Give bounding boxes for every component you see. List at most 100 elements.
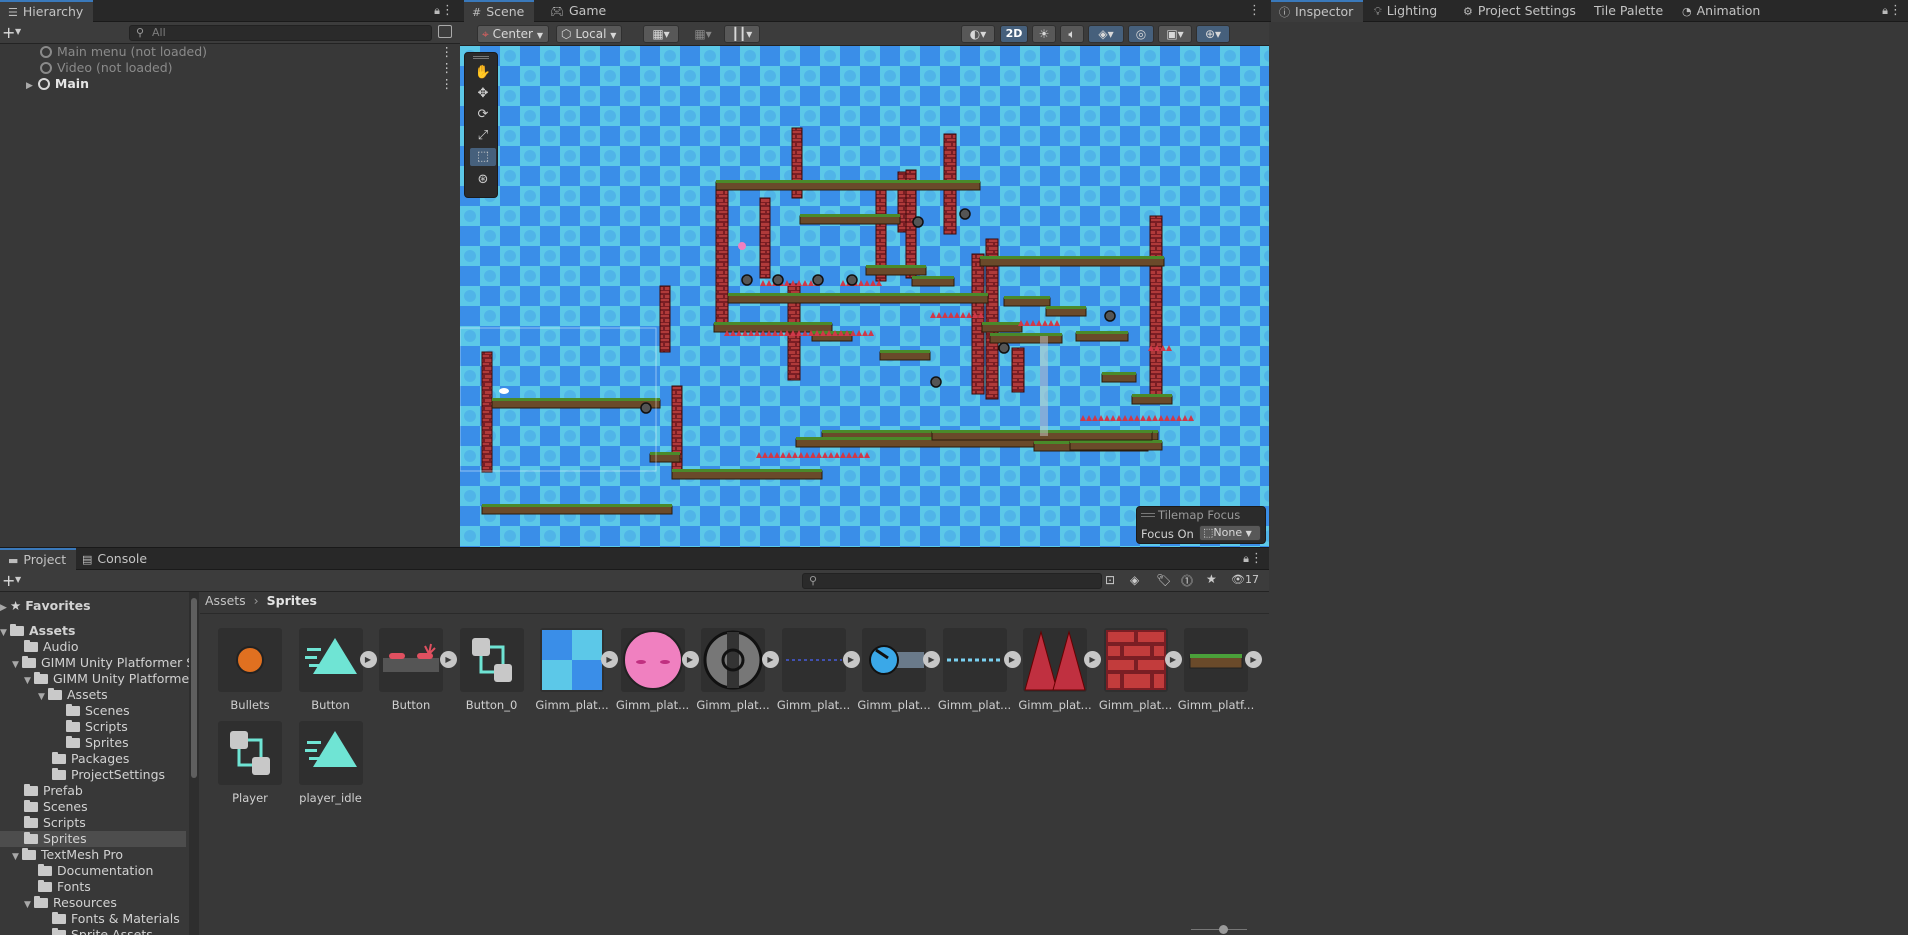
- tab-tile-palette[interactable]: Tile Palette: [1586, 0, 1673, 22]
- asset-item[interactable]: Bullets: [210, 628, 290, 712]
- tree-item-sprite-assets[interactable]: Sprite Assets: [0, 927, 186, 935]
- expand-subassets-icon[interactable]: ▶: [1245, 651, 1262, 668]
- overlay-handle[interactable]: [473, 56, 489, 59]
- increment-snap-button[interactable]: ┃┃▾: [724, 25, 760, 43]
- more-icon[interactable]: ⋮: [441, 76, 454, 92]
- tab-project[interactable]: ▬ Project: [0, 548, 77, 570]
- log-types-icon[interactable]: ⓵: [1181, 572, 1193, 589]
- more-icon[interactable]: ⋮: [1889, 3, 1902, 18]
- pivot-dropdown[interactable]: ⌖ Center ▼: [477, 25, 549, 43]
- more-icon[interactable]: ⋮: [1248, 3, 1261, 18]
- asset-item[interactable]: ▶ Gimm_plat...: [854, 628, 940, 712]
- rect-tool-icon[interactable]: ⬚: [470, 148, 496, 166]
- scene-visibility-button[interactable]: ◎: [1128, 25, 1154, 43]
- tree-item-gimm[interactable]: ▼ GIMM Unity Platformer: [0, 671, 194, 687]
- camera-dropdown[interactable]: ▣▾: [1158, 25, 1192, 43]
- tree-item-gimm-scenes[interactable]: Scenes: [0, 703, 186, 719]
- tree-item-gimm-assets[interactable]: ▼ Assets: [0, 687, 186, 703]
- tab-game[interactable]: 🎮︎ Game: [542, 0, 616, 22]
- overlay-handle[interactable]: [1141, 513, 1155, 517]
- asset-item[interactable]: ▶ Gimm_plat...: [935, 628, 1021, 712]
- search-by-type-icon[interactable]: ⊡: [1105, 573, 1115, 587]
- breadcrumb-sprites[interactable]: Sprites: [267, 593, 317, 608]
- tab-hierarchy[interactable]: ☰ Hierarchy: [0, 0, 94, 22]
- tree-item-sprites[interactable]: Sprites: [0, 831, 186, 847]
- effects-dropdown[interactable]: ◈▾: [1088, 25, 1124, 43]
- tab-console[interactable]: ▤ Console: [74, 548, 157, 570]
- tree-item-audio[interactable]: Audio: [0, 639, 186, 655]
- grid-visibility-button[interactable]: ▦▾: [685, 25, 721, 43]
- tree-item-gimm-st[interactable]: ▼ GIMM Unity Platformer St: [0, 655, 199, 671]
- audio-toggle-button[interactable]: 🔈︎: [1060, 25, 1084, 43]
- hand-tool-icon[interactable]: ✋: [470, 64, 496, 82]
- space-dropdown[interactable]: ⬡ Local ▼: [556, 25, 622, 43]
- zoom-slider-thumb[interactable]: [1219, 925, 1228, 934]
- asset-item[interactable]: Player: [210, 721, 290, 805]
- hidden-packages-icon[interactable]: 👁︎17: [1231, 573, 1259, 586]
- search-filter-icon[interactable]: [438, 25, 452, 38]
- more-icon[interactable]: ⋮: [441, 44, 454, 60]
- hierarchy-item-main-menu[interactable]: Main menu (not loaded) ⋮: [0, 44, 460, 60]
- tree-scrollbar-thumb[interactable]: [191, 598, 197, 778]
- move-tool-icon[interactable]: ✥: [470, 85, 496, 103]
- lock-icon[interactable]: 🔒︎: [1243, 552, 1249, 566]
- 2d-toggle-button[interactable]: 2D: [1000, 25, 1028, 43]
- more-icon[interactable]: ⋮: [1250, 551, 1263, 566]
- project-search-input[interactable]: ⚲: [802, 573, 1102, 589]
- search-by-label-icon[interactable]: ◈: [1130, 573, 1139, 587]
- tree-item-fonts[interactable]: Fonts: [0, 879, 186, 895]
- tab-scene[interactable]: # Scene: [464, 0, 535, 22]
- asset-item[interactable]: ▶ Gimm_plat...: [613, 628, 699, 712]
- hierarchy-search-input[interactable]: ⚲ All: [129, 25, 432, 41]
- asset-item[interactable]: Button_0: [452, 628, 532, 712]
- tree-item-scripts[interactable]: Scripts: [0, 815, 186, 831]
- tab-animation[interactable]: ◔ Animation: [1674, 0, 1770, 22]
- zoom-slider[interactable]: [1191, 925, 1247, 934]
- tab-project-settings[interactable]: ⚙ Project Settings: [1455, 0, 1586, 22]
- tree-item-gimm-sprites[interactable]: Sprites: [0, 735, 186, 751]
- tree-item-gimm-scripts[interactable]: Scripts: [0, 719, 186, 735]
- hierarchy-item-video[interactable]: Video (not loaded) ⋮: [0, 60, 460, 76]
- add-icon[interactable]: +: [2, 23, 15, 42]
- chevron-down-icon[interactable]: ▼: [15, 27, 21, 36]
- asset-item[interactable]: ▶ Gimm_platf...: [1176, 628, 1262, 712]
- asset-item[interactable]: ▶ Gimm_plat...: [774, 628, 860, 712]
- tree-item-favorites[interactable]: ▶ ★ Favorites: [0, 598, 186, 614]
- asset-item[interactable]: ▶ Gimm_plat...: [532, 628, 618, 712]
- tree-scrollbar[interactable]: [189, 592, 199, 935]
- tree-item-fonts-materials[interactable]: Fonts & Materials: [0, 911, 186, 927]
- more-icon[interactable]: ⋮: [441, 60, 454, 76]
- tab-lighting[interactable]: 💡︎ Lighting: [1366, 0, 1447, 22]
- tree-item-packages[interactable]: Packages: [0, 751, 186, 767]
- asset-item[interactable]: ▶ Gimm_plat...: [1096, 628, 1182, 712]
- favorite-star-icon[interactable]: ★: [1206, 572, 1217, 586]
- asset-item[interactable]: ▶ Button: [371, 628, 457, 712]
- tree-item-assets[interactable]: ▼ Assets: [0, 623, 186, 639]
- expand-arrow-icon[interactable]: ▶: [0, 600, 10, 616]
- tab-inspector[interactable]: ⓘ Inspector: [1271, 0, 1364, 22]
- lock-icon[interactable]: 🔒︎: [1882, 4, 1888, 18]
- label-icon[interactable]: 🏷︎: [1156, 573, 1171, 587]
- chevron-down-icon[interactable]: ▼: [15, 575, 21, 584]
- asset-item[interactable]: ▶ Gimm_plat...: [693, 628, 779, 712]
- asset-item[interactable]: player_idle: [291, 721, 371, 805]
- scene-viewport[interactable]: ✋ ✥ ⟳ ⤢ ⬚ ⊛ Tilemap Focus Focus On ⬚None…: [460, 46, 1269, 547]
- scale-tool-icon[interactable]: ⤢: [470, 127, 496, 145]
- draw-mode-dropdown[interactable]: ◐▾: [961, 25, 995, 43]
- lighting-toggle-button[interactable]: ☀: [1032, 25, 1056, 43]
- more-icon[interactable]: ⋮: [441, 3, 454, 18]
- asset-item[interactable]: ▶ Button: [291, 628, 377, 712]
- tree-item-scenes[interactable]: Scenes: [0, 799, 186, 815]
- breadcrumb-assets[interactable]: Assets: [205, 593, 246, 608]
- tree-item-prefab[interactable]: Prefab: [0, 783, 186, 799]
- tilemap-canvas[interactable]: [460, 46, 1269, 547]
- add-icon[interactable]: +: [2, 571, 15, 590]
- tree-item-projectsettings[interactable]: ProjectSettings: [0, 767, 186, 783]
- focus-on-dropdown[interactable]: ⬚None ▼: [1199, 525, 1261, 541]
- hierarchy-item-main[interactable]: ▶ Main ⋮: [0, 76, 460, 92]
- gizmos-dropdown[interactable]: ⊕▾: [1196, 25, 1230, 43]
- asset-item[interactable]: ▶ Gimm_plat...: [1015, 628, 1101, 712]
- tree-item-textmesh-pro[interactable]: ▼ TextMesh Pro: [0, 847, 186, 863]
- rotate-tool-icon[interactable]: ⟳: [470, 106, 496, 124]
- tree-item-resources[interactable]: ▼ Resources: [0, 895, 186, 911]
